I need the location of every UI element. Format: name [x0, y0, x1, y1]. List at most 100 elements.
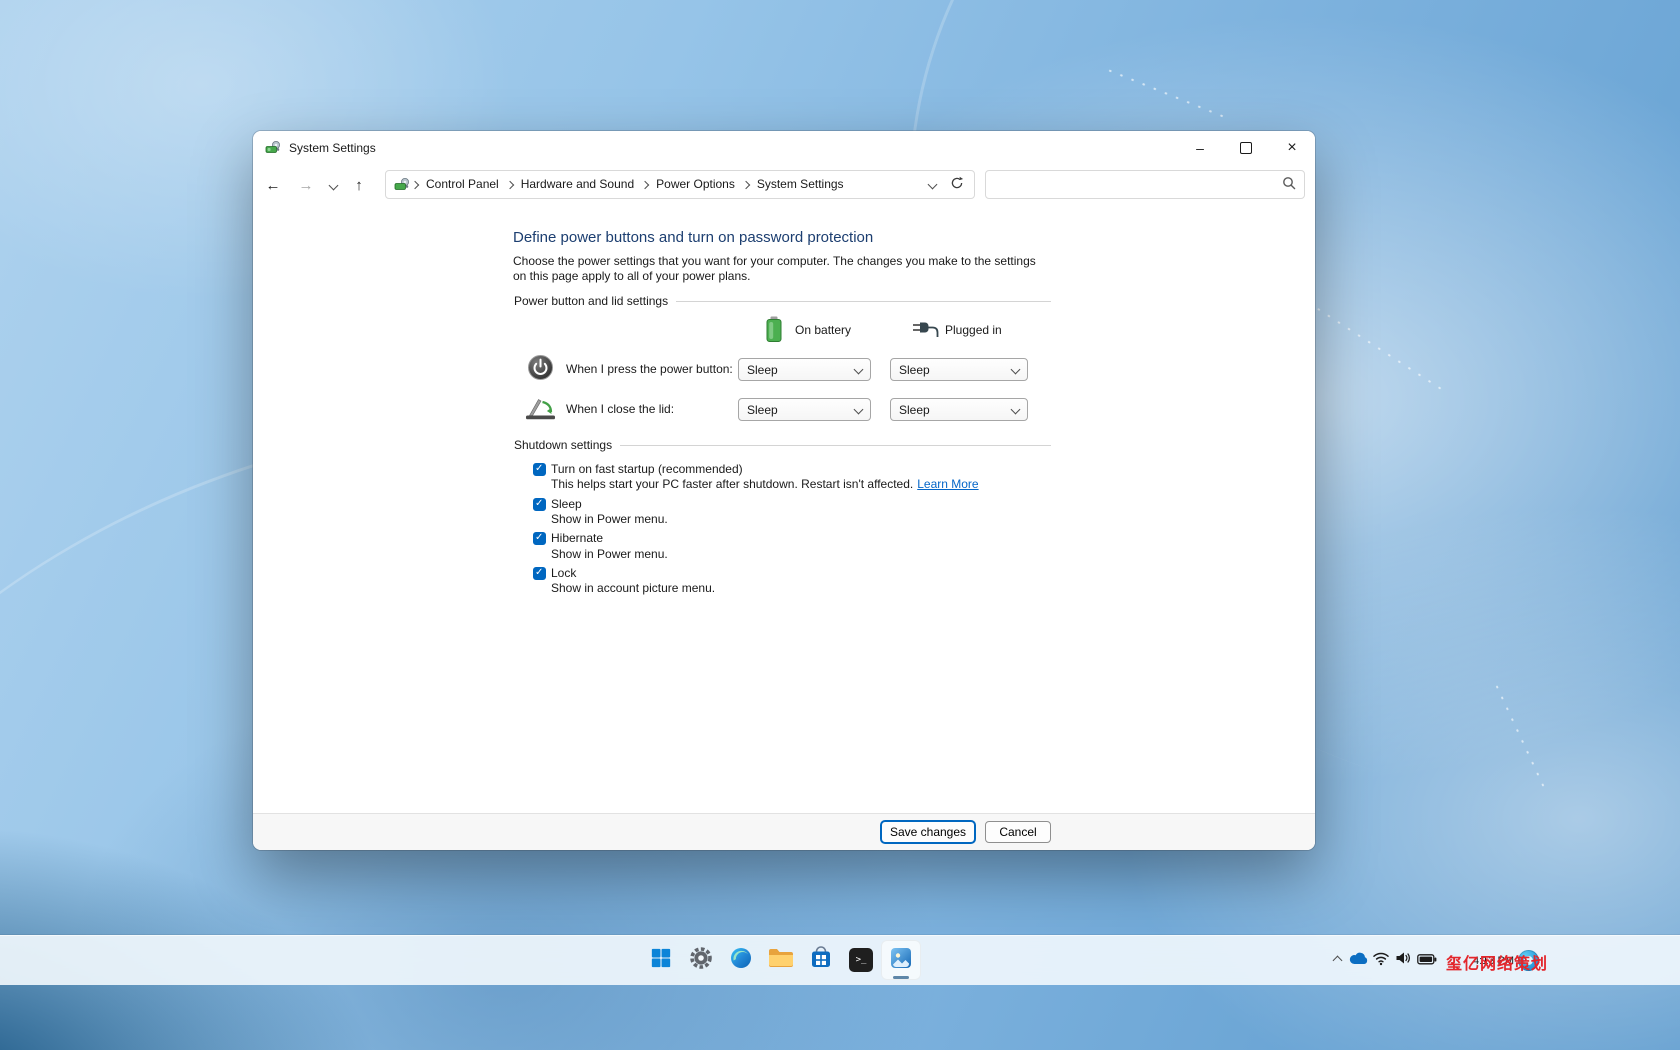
section-power-button-heading: Power button and lid settings	[514, 294, 1051, 308]
fast-startup-checkbox[interactable]	[533, 463, 546, 476]
section-heading-label: Power button and lid settings	[514, 294, 668, 308]
microsoft-store-icon	[809, 946, 833, 975]
tray-onedrive-button[interactable]	[1347, 936, 1371, 985]
chevron-up-icon	[1332, 956, 1342, 966]
footer-bar: Save changes Cancel	[253, 813, 1315, 850]
battery-icon	[765, 315, 783, 346]
power-button-plugged-in-select[interactable]: Sleep	[890, 358, 1028, 381]
taskbar-center-icons: >_	[641, 940, 921, 980]
chevron-down-icon	[854, 365, 864, 375]
power-button-on-battery-select[interactable]: Sleep	[738, 358, 871, 381]
back-button[interactable]: ←	[259, 172, 287, 198]
chevron-right-icon[interactable]	[641, 180, 649, 188]
section-divider	[676, 301, 1051, 302]
wifi-icon	[1372, 951, 1390, 971]
close-lid-on-battery-select[interactable]: Sleep	[738, 398, 871, 421]
start-button[interactable]	[641, 940, 681, 980]
forward-button[interactable]: →	[292, 172, 320, 198]
battery-status-icon	[1417, 952, 1437, 970]
lock-checkbox[interactable]	[533, 567, 546, 580]
forward-icon: →	[299, 177, 314, 194]
navigation-toolbar: ← → ↑ Control Panel Hardware and Sound	[253, 165, 1315, 205]
chevron-down-icon	[854, 405, 864, 415]
power-button-icon	[527, 354, 554, 384]
lock-description: Show in account picture menu.	[551, 581, 715, 595]
refresh-button[interactable]	[950, 176, 964, 193]
chevron-right-icon[interactable]	[505, 180, 513, 188]
tray-network-button[interactable]	[1369, 936, 1393, 985]
hibernate-label[interactable]: Hibernate	[551, 531, 603, 545]
folder-icon	[768, 947, 794, 974]
taskbar-item-active-app[interactable]	[881, 940, 921, 980]
close-lid-plugged-in-select[interactable]: Sleep	[890, 398, 1028, 421]
search-input[interactable]	[994, 177, 1282, 193]
address-dropdown-chevron-icon[interactable]	[928, 180, 938, 190]
maximize-icon	[1240, 142, 1252, 154]
window-title: System Settings	[289, 131, 376, 165]
plug-icon	[911, 319, 941, 342]
back-icon: ←	[266, 177, 281, 194]
chevron-down-icon	[328, 180, 338, 190]
save-changes-button[interactable]: Save changes	[881, 821, 975, 843]
titlebar[interactable]: System Settings – ×	[253, 131, 1315, 165]
terminal-glyph: >_	[856, 955, 867, 965]
speaker-icon	[1395, 951, 1411, 970]
lock-label[interactable]: Lock	[551, 566, 576, 580]
section-shutdown-heading: Shutdown settings	[514, 438, 1051, 452]
active-app-icon	[889, 946, 913, 975]
terminal-icon: >_	[849, 948, 873, 972]
breadcrumb[interactable]: Control Panel Hardware and Sound Power O…	[385, 170, 975, 199]
section-divider	[620, 445, 1051, 446]
chevron-right-icon[interactable]	[411, 180, 419, 188]
breadcrumb-item-hardware-and-sound[interactable]: Hardware and Sound	[515, 171, 640, 198]
option-description-text: This helps start your PC faster after sh…	[551, 477, 913, 491]
gear-icon	[689, 946, 713, 975]
chevron-right-icon[interactable]	[742, 180, 750, 188]
wallpaper-sparkles	[1104, 68, 1225, 119]
breadcrumb-item-control-panel[interactable]: Control Panel	[420, 171, 505, 198]
power-options-icon	[394, 177, 410, 193]
taskbar-item-settings[interactable]	[681, 940, 721, 980]
sleep-checkbox[interactable]	[533, 498, 546, 511]
tray-battery-button[interactable]	[1415, 936, 1439, 985]
taskbar-item-terminal[interactable]: >_	[841, 940, 881, 980]
close-button[interactable]: ×	[1269, 131, 1315, 165]
tray-hidden-icons-button[interactable]	[1325, 936, 1349, 985]
minimize-button[interactable]: –	[1177, 131, 1223, 165]
row-label-power-button: When I press the power button:	[566, 362, 733, 376]
wallpaper-sparkles	[1303, 299, 1447, 393]
breadcrumb-item-system-settings[interactable]: System Settings	[751, 171, 850, 198]
fast-startup-label[interactable]: Turn on fast startup (recommended)	[551, 462, 743, 476]
recent-locations-button[interactable]	[323, 172, 343, 198]
tray-volume-button[interactable]	[1391, 936, 1415, 985]
close-icon: ×	[1287, 139, 1296, 157]
select-value: Sleep	[747, 403, 855, 417]
power-options-icon	[265, 140, 281, 156]
chevron-down-icon	[1011, 365, 1021, 375]
maximize-button[interactable]	[1223, 131, 1269, 165]
learn-more-link[interactable]: Learn More	[917, 477, 978, 491]
taskbar-item-store[interactable]	[801, 940, 841, 980]
page-content: Define power buttons and turn on passwor…	[253, 205, 1315, 814]
search-icon[interactable]	[1282, 176, 1296, 193]
up-button[interactable]: ↑	[345, 172, 373, 198]
taskbar-item-file-explorer[interactable]	[761, 940, 801, 980]
up-icon: ↑	[355, 177, 363, 194]
laptop-lid-icon	[524, 396, 557, 424]
taskbar-item-edge[interactable]	[721, 940, 761, 980]
wallpaper-sparkles	[1494, 681, 1547, 791]
select-value: Sleep	[747, 363, 855, 377]
taskbar: >_	[0, 935, 1680, 985]
cancel-button[interactable]: Cancel	[985, 821, 1051, 843]
section-heading-label: Shutdown settings	[514, 438, 612, 452]
minimize-icon: –	[1196, 140, 1204, 156]
breadcrumb-item-power-options[interactable]: Power Options	[650, 171, 741, 198]
search-box	[985, 170, 1305, 199]
page-title: Define power buttons and turn on passwor…	[513, 229, 873, 246]
hibernate-checkbox[interactable]	[533, 532, 546, 545]
sleep-label[interactable]: Sleep	[551, 497, 582, 511]
row-label-close-lid: When I close the lid:	[566, 402, 674, 416]
watermark-text: 玺亿网络策划	[1446, 950, 1548, 974]
windows-logo-icon	[650, 947, 672, 974]
chevron-down-icon	[1011, 405, 1021, 415]
